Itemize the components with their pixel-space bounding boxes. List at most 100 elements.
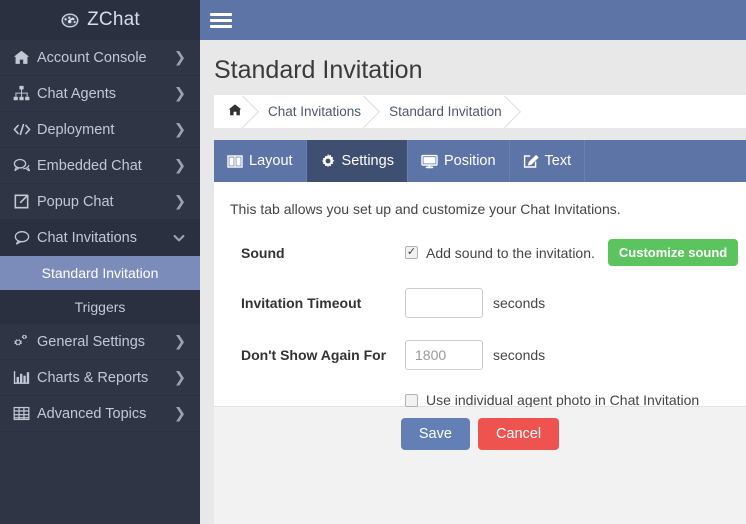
form-row-invitation-timeout: Invitation Timeout seconds (230, 288, 746, 318)
desktop-icon (421, 154, 438, 169)
sidebar-item-label: Advanced Topics (37, 405, 147, 422)
sidebar-subitem-label: Triggers (74, 299, 126, 315)
sound-controls: ✓ Add sound to the invitation. Customize… (405, 239, 739, 266)
comment-icon (13, 229, 35, 246)
tab-label: Settings (341, 153, 394, 169)
sidebar-subitem-triggers[interactable]: Triggers (0, 290, 200, 324)
application-window: ZChat Account Console ❯ Chat Agents ❯ De… (0, 0, 746, 524)
save-button[interactable]: Save (400, 418, 470, 450)
chevron-right-icon: ❯ (173, 369, 186, 386)
chevron-right-icon: ❯ (173, 49, 186, 66)
brand-logo[interactable]: ZChat (0, 0, 200, 40)
sound-label: Sound (241, 244, 285, 261)
tachometer-icon (60, 10, 80, 30)
form-row-dont-show-again: Don't Show Again For seconds (230, 340, 746, 370)
chevron-right-icon: ❯ (173, 157, 186, 174)
chevron-right-icon: ❯ (173, 85, 186, 102)
chevron-right-icon: ❯ (173, 121, 186, 138)
add-sound-checkbox[interactable]: ✓ (405, 246, 418, 259)
page-header: Standard Invitation Chat Invitations Sta… (200, 40, 746, 128)
sidebar-item-label: Charts & Reports (37, 369, 149, 386)
sidebar-item-chat-agents[interactable]: Chat Agents ❯ (0, 76, 200, 112)
sitemap-icon (13, 85, 35, 102)
breadcrumb-label: Standard Invitation (389, 104, 502, 119)
dont-show-again-label: Don't Show Again For (241, 347, 387, 363)
invitation-timeout-label: Invitation Timeout (241, 295, 362, 311)
home-icon (13, 49, 35, 66)
gears-icon (13, 333, 35, 350)
pencil-square-icon (523, 154, 539, 169)
sidebar-item-advanced-topics[interactable]: Advanced Topics ❯ (0, 396, 200, 432)
sidebar-item-popup-chat[interactable]: Popup Chat ❯ (0, 184, 200, 220)
tab-position[interactable]: Position (408, 140, 510, 182)
sidebar-subitem-standard-invitation[interactable]: Standard Invitation (0, 256, 200, 290)
sidebar-item-account-console[interactable]: Account Console ❯ (0, 40, 200, 76)
dont-show-again-input[interactable] (405, 340, 483, 370)
sidebar-item-charts-reports[interactable]: Charts & Reports ❯ (0, 360, 200, 396)
chevron-right-icon: ❯ (173, 193, 186, 210)
main-area: Standard Invitation Chat Invitations Sta… (200, 0, 746, 524)
agent-photo-controls: ✓ Use individual agent photo in Chat Inv… (405, 392, 699, 408)
settings-panel: This tab allows you set up and customize… (214, 182, 746, 408)
sidebar-item-label: Popup Chat (37, 193, 114, 210)
brand-name: ZChat (87, 9, 140, 30)
form-row-agent-photo: ✓ Use individual agent photo in Chat Inv… (230, 392, 746, 408)
sidebar-item-label: Chat Invitations (37, 229, 137, 246)
top-bar (200, 0, 746, 40)
chevron-right-icon: ❯ (173, 333, 186, 350)
hamburger-bar (210, 24, 232, 28)
content-panel-wrapper: Layout Settings Position Text This tab a… (200, 128, 746, 524)
customize-sound-button[interactable]: Customize sound (607, 239, 739, 266)
home-icon (228, 103, 242, 120)
dont-show-again-unit: seconds (493, 347, 546, 363)
tab-text[interactable]: Text (510, 140, 586, 182)
sidebar: ZChat Account Console ❯ Chat Agents ❯ De… (0, 0, 200, 524)
chevron-right-icon: ❯ (173, 405, 186, 422)
sidebar-item-embedded-chat[interactable]: Embedded Chat ❯ (0, 148, 200, 184)
add-sound-checkbox-label: Add sound to the invitation. (426, 244, 595, 261)
table-icon (13, 405, 35, 422)
tab-label: Text (544, 153, 572, 169)
sidebar-subitem-label: Standard Invitation (41, 265, 159, 281)
tab-layout[interactable]: Layout (214, 140, 307, 182)
breadcrumb-home[interactable] (214, 95, 254, 128)
invitation-timeout-unit: seconds (493, 295, 546, 311)
sidebar-item-label: Deployment (37, 121, 115, 138)
external-link-icon (13, 193, 35, 210)
page-title: Standard Invitation (214, 56, 423, 84)
tab-label: Layout (249, 153, 293, 169)
breadcrumb-item-standard-invitation[interactable]: Standard Invitation (375, 95, 516, 128)
breadcrumb: Chat Invitations Standard Invitation (214, 95, 746, 128)
sidebar-item-chat-invitations[interactable]: Chat Invitations (0, 220, 200, 256)
sidebar-item-general-settings[interactable]: General Settings ❯ (0, 324, 200, 360)
panel-intro-text: This tab allows you set up and customize… (230, 201, 621, 217)
sidebar-item-label: General Settings (37, 333, 146, 350)
hamburger-bar (210, 18, 232, 22)
sidebar-item-deployment[interactable]: Deployment ❯ (0, 112, 200, 148)
agent-photo-checkbox-label: Use individual agent photo in Chat Invit… (426, 392, 700, 408)
tab-strip: Layout Settings Position Text (214, 140, 746, 182)
tab-label: Position (443, 153, 496, 169)
invitation-timeout-input[interactable] (405, 288, 483, 318)
dont-show-again-controls: seconds (405, 340, 545, 370)
form-row-sound: Sound ✓ Add sound to the invitation. Cus… (230, 239, 746, 266)
sidebar-item-label: Chat Agents (37, 85, 116, 102)
agent-photo-checkbox[interactable]: ✓ (405, 393, 418, 407)
comments-icon (13, 157, 35, 174)
sidebar-item-label: Embedded Chat (37, 157, 142, 174)
bar-chart-icon (13, 369, 35, 386)
form-footer: Save Cancel (214, 407, 746, 524)
check-icon: ✓ (406, 246, 417, 258)
cancel-button[interactable]: Cancel (477, 418, 560, 450)
sidebar-item-label: Account Console (37, 49, 147, 66)
invitation-timeout-controls: seconds (405, 288, 545, 318)
chevron-down-icon (172, 231, 186, 245)
columns-icon (227, 154, 243, 169)
tab-settings[interactable]: Settings (306, 140, 408, 182)
gear-icon (320, 153, 336, 169)
breadcrumb-item-chat-invitations[interactable]: Chat Invitations (254, 95, 375, 128)
hamburger-icon[interactable] (210, 10, 232, 31)
code-icon (13, 121, 35, 138)
breadcrumb-label: Chat Invitations (268, 104, 362, 119)
hamburger-bar (210, 12, 232, 16)
